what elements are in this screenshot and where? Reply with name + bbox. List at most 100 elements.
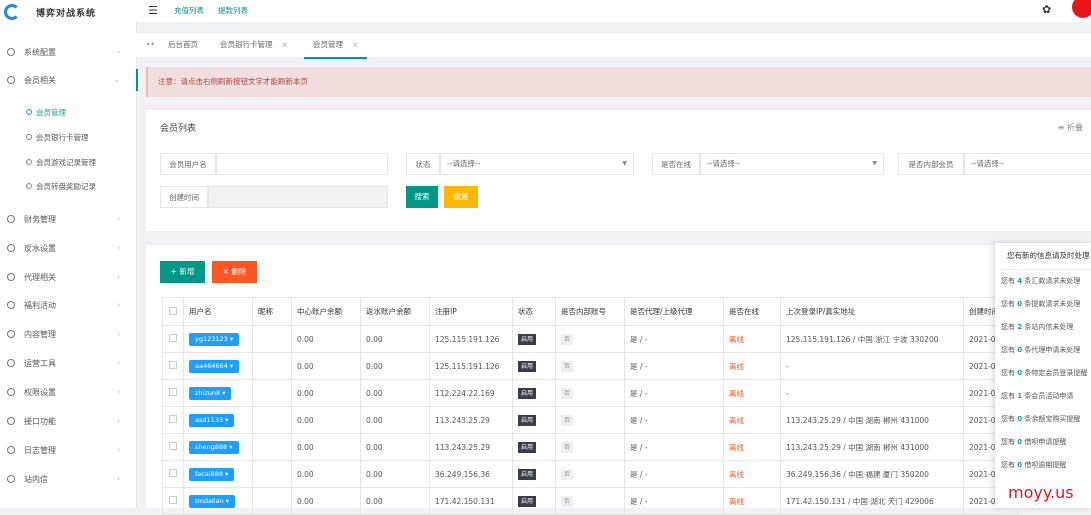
sidebar-subitem[interactable]: 会员银行卡管理 [0, 128, 136, 146]
tab-home[interactable]: 后台首页 [168, 33, 198, 57]
row-checkbox[interactable] [169, 334, 177, 342]
username-dropdown-button[interactable]: yg123123 ▾ [189, 332, 240, 346]
status-badge: 启用 [518, 468, 537, 480]
select-all-checkbox[interactable] [169, 306, 177, 315]
sidebar-item[interactable]: 运营工具 › [0, 352, 136, 374]
row-checkbox[interactable] [169, 469, 177, 477]
username-dropdown-button[interactable]: facai888 ▾ [189, 467, 235, 481]
notification-text: 借呗逾期提醒 [1022, 461, 1067, 469]
header-link-withdraw[interactable]: 提款列表 [218, 5, 248, 16]
status-badge: 启用 [518, 333, 537, 345]
row-checkbox[interactable] [169, 361, 177, 369]
close-icon[interactable]: × [352, 40, 358, 49]
table-row[interactable]: zhizun8 ▾ 0.00 0.00 112.224.22.169 启用 否 是 / - 离… [162, 379, 1019, 407]
sidebar-item[interactable]: 日志管理 › [0, 439, 136, 461]
tab-member-bank[interactable]: 会员银行卡管理 × [220, 33, 288, 57]
sidebar-subitem[interactable]: 会员管理 [0, 103, 136, 121]
reset-button[interactable]: 重置 [444, 186, 478, 208]
row-select-cell [162, 433, 184, 461]
table-row[interactable]: asd1133 ▾ 0.00 0.00 113.243.25.29 启用 否 是 / - 离线… [162, 406, 1019, 434]
notification-item[interactable]: 您有 1 条会员活动申请 [995, 385, 1091, 408]
username-dropdown-button[interactable]: zhizun8 ▾ [189, 386, 232, 400]
search-button[interactable]: 搜索 [406, 186, 438, 208]
column-header[interactable]: 是否在线 [723, 297, 781, 326]
notification-item[interactable]: 您有 2 条站内信未处理 [995, 316, 1091, 339]
cell-status: 启用 [512, 487, 556, 515]
collapse-button[interactable]: ≡ 折叠 [1058, 122, 1083, 133]
close-icon[interactable]: × [282, 40, 288, 49]
internal-select[interactable]: --请选择-- [964, 153, 1091, 175]
tabbar-menu-icon[interactable]: •• [146, 33, 155, 57]
sidebar-item[interactable]: 财务管理 › [0, 208, 136, 230]
header-link-deposit[interactable]: 充值列表 [174, 5, 204, 16]
cell-rebate: 0.00 [360, 406, 430, 434]
sidebar-item[interactable]: 代理相关 › [0, 266, 136, 288]
column-header[interactable]: 中心账户余额 [291, 297, 361, 326]
sidebar-item[interactable]: 接口功能 › [0, 410, 136, 432]
cell-text: 0.00 [297, 334, 314, 344]
column-header[interactable]: 昵称 [252, 297, 292, 326]
sidebar-item-label: 接口功能 [24, 416, 56, 426]
username-label: 会员用户名 [160, 153, 216, 175]
table-row[interactable]: facai888 ▾ 0.00 0.00 36.249.156.36 启用 否 是 / - 离… [162, 460, 1019, 488]
tab-member-manage[interactable]: 会员管理 × [304, 33, 368, 59]
row-checkbox[interactable] [169, 496, 177, 504]
notification-item[interactable]: 您有 0 条代理申请未处理 [995, 339, 1091, 362]
cell-status: 启用 [512, 406, 556, 434]
sidebar-item[interactable]: 系统配置 › [0, 41, 136, 63]
status-select[interactable]: --请选择-- ▼ [440, 153, 634, 175]
row-checkbox[interactable] [169, 442, 177, 450]
sidebar-item[interactable]: 会员相关 ⌄ [0, 69, 138, 91]
cell-text: 0.00 [366, 496, 383, 506]
sidebar-subitem[interactable]: 会员转盘奖励记录 [0, 177, 136, 195]
column-header[interactable]: 上次登录IP/真实地址 [780, 297, 964, 326]
sidebar-subitem-label: 会员游戏记录管理 [36, 157, 96, 167]
table-row[interactable]: sheng888 ▾ 0.00 0.00 113.243.25.29 启用 否 是 / - 离… [162, 433, 1019, 461]
sidebar-subitem-label: 会员转盘奖励记录 [36, 181, 96, 191]
sidebar-subitem-label: 会员管理 [36, 107, 66, 117]
online-select[interactable]: --请选择-- ▼ [700, 153, 884, 175]
column-header[interactable]: 注册IP [429, 297, 513, 326]
notification-item[interactable]: 您有 0 条特定会员登录提醒 [995, 362, 1091, 385]
notification-list: 您有 4 条汇款请求未处理 您有 0 条提款请求未处理 您有 2 条站内信未处理 您有… [995, 270, 1091, 477]
notification-item[interactable]: 您有 0 条余额宝购买提醒 [995, 408, 1091, 431]
notification-item[interactable]: 您有 0 借呗逾期提醒 [995, 454, 1091, 477]
theme-palette-icon[interactable]: ✿ [1042, 3, 1051, 16]
sidebar-item[interactable]: 福利活动 › [0, 294, 136, 316]
column-header[interactable]: 状态 [512, 297, 556, 326]
table-row[interactable]: tmdalian ▾ 0.00 0.00 171.42.150.131 启用 否 是 / -… [162, 487, 1019, 515]
column-header[interactable]: 用户名 [183, 297, 253, 326]
add-button[interactable]: + 新增 [160, 261, 205, 283]
sidebar-item-label: 代理相关 [24, 272, 56, 282]
row-checkbox[interactable] [169, 415, 177, 423]
notification-item[interactable]: 您有 4 条汇款请求未处理 [995, 270, 1091, 293]
online-label: 是否在线 [652, 153, 700, 175]
username-dropdown-button[interactable]: asd1133 ▾ [189, 413, 235, 427]
table-row[interactable]: yg123123 ▾ 0.00 0.00 125.115.191.126 启用 否 是 / … [162, 325, 1019, 353]
username-dropdown-button[interactable]: sheng888 ▾ [189, 440, 239, 454]
column-header[interactable]: 是否内部账号 [555, 297, 625, 326]
internal-label: 是否内部会员 [898, 153, 964, 175]
chevron-right-icon: › [117, 446, 120, 454]
cell-text: 0.00 [297, 415, 314, 425]
username-dropdown-button[interactable]: tmdalian ▾ [189, 494, 236, 508]
column-header[interactable]: 返水账户余额 [360, 297, 430, 326]
sidebar-item[interactable]: 站内信 › [0, 468, 136, 490]
notification-item[interactable]: 您有 0 条提款请求未处理 [995, 293, 1091, 316]
notification-item[interactable]: 您有 0 借呗申请提醒 [995, 431, 1091, 454]
column-header[interactable]: 是否代理/上级代理 [624, 297, 724, 326]
sidebar-item[interactable]: 权限设置 › [0, 381, 136, 403]
created-date-input[interactable] [208, 186, 388, 208]
avatar[interactable] [1072, 0, 1091, 18]
table-row[interactable]: aa464664 ▾ 0.00 0.00 125.115.191.126 启用 否 是 / … [162, 352, 1019, 380]
sidebar-item[interactable]: 反水设置 › [0, 237, 136, 259]
delete-button[interactable]: × 删除 [212, 261, 257, 283]
chevron-down-icon: ▼ [622, 160, 627, 167]
menu-toggle-icon[interactable]: ☰ [148, 4, 158, 17]
sidebar-subitem[interactable]: 会员游戏记录管理 [0, 153, 136, 171]
sidebar-item[interactable]: 内容管理 › [0, 323, 136, 345]
username-dropdown-button[interactable]: aa464664 ▾ [189, 359, 240, 373]
row-checkbox[interactable] [169, 388, 177, 396]
username-input[interactable] [216, 153, 388, 175]
member-table: 用户名 昵称 中心账户余额 返水账户余额 注册IP 状态 是否内部账号 是否代理/上级代理 是否… [162, 297, 1019, 515]
